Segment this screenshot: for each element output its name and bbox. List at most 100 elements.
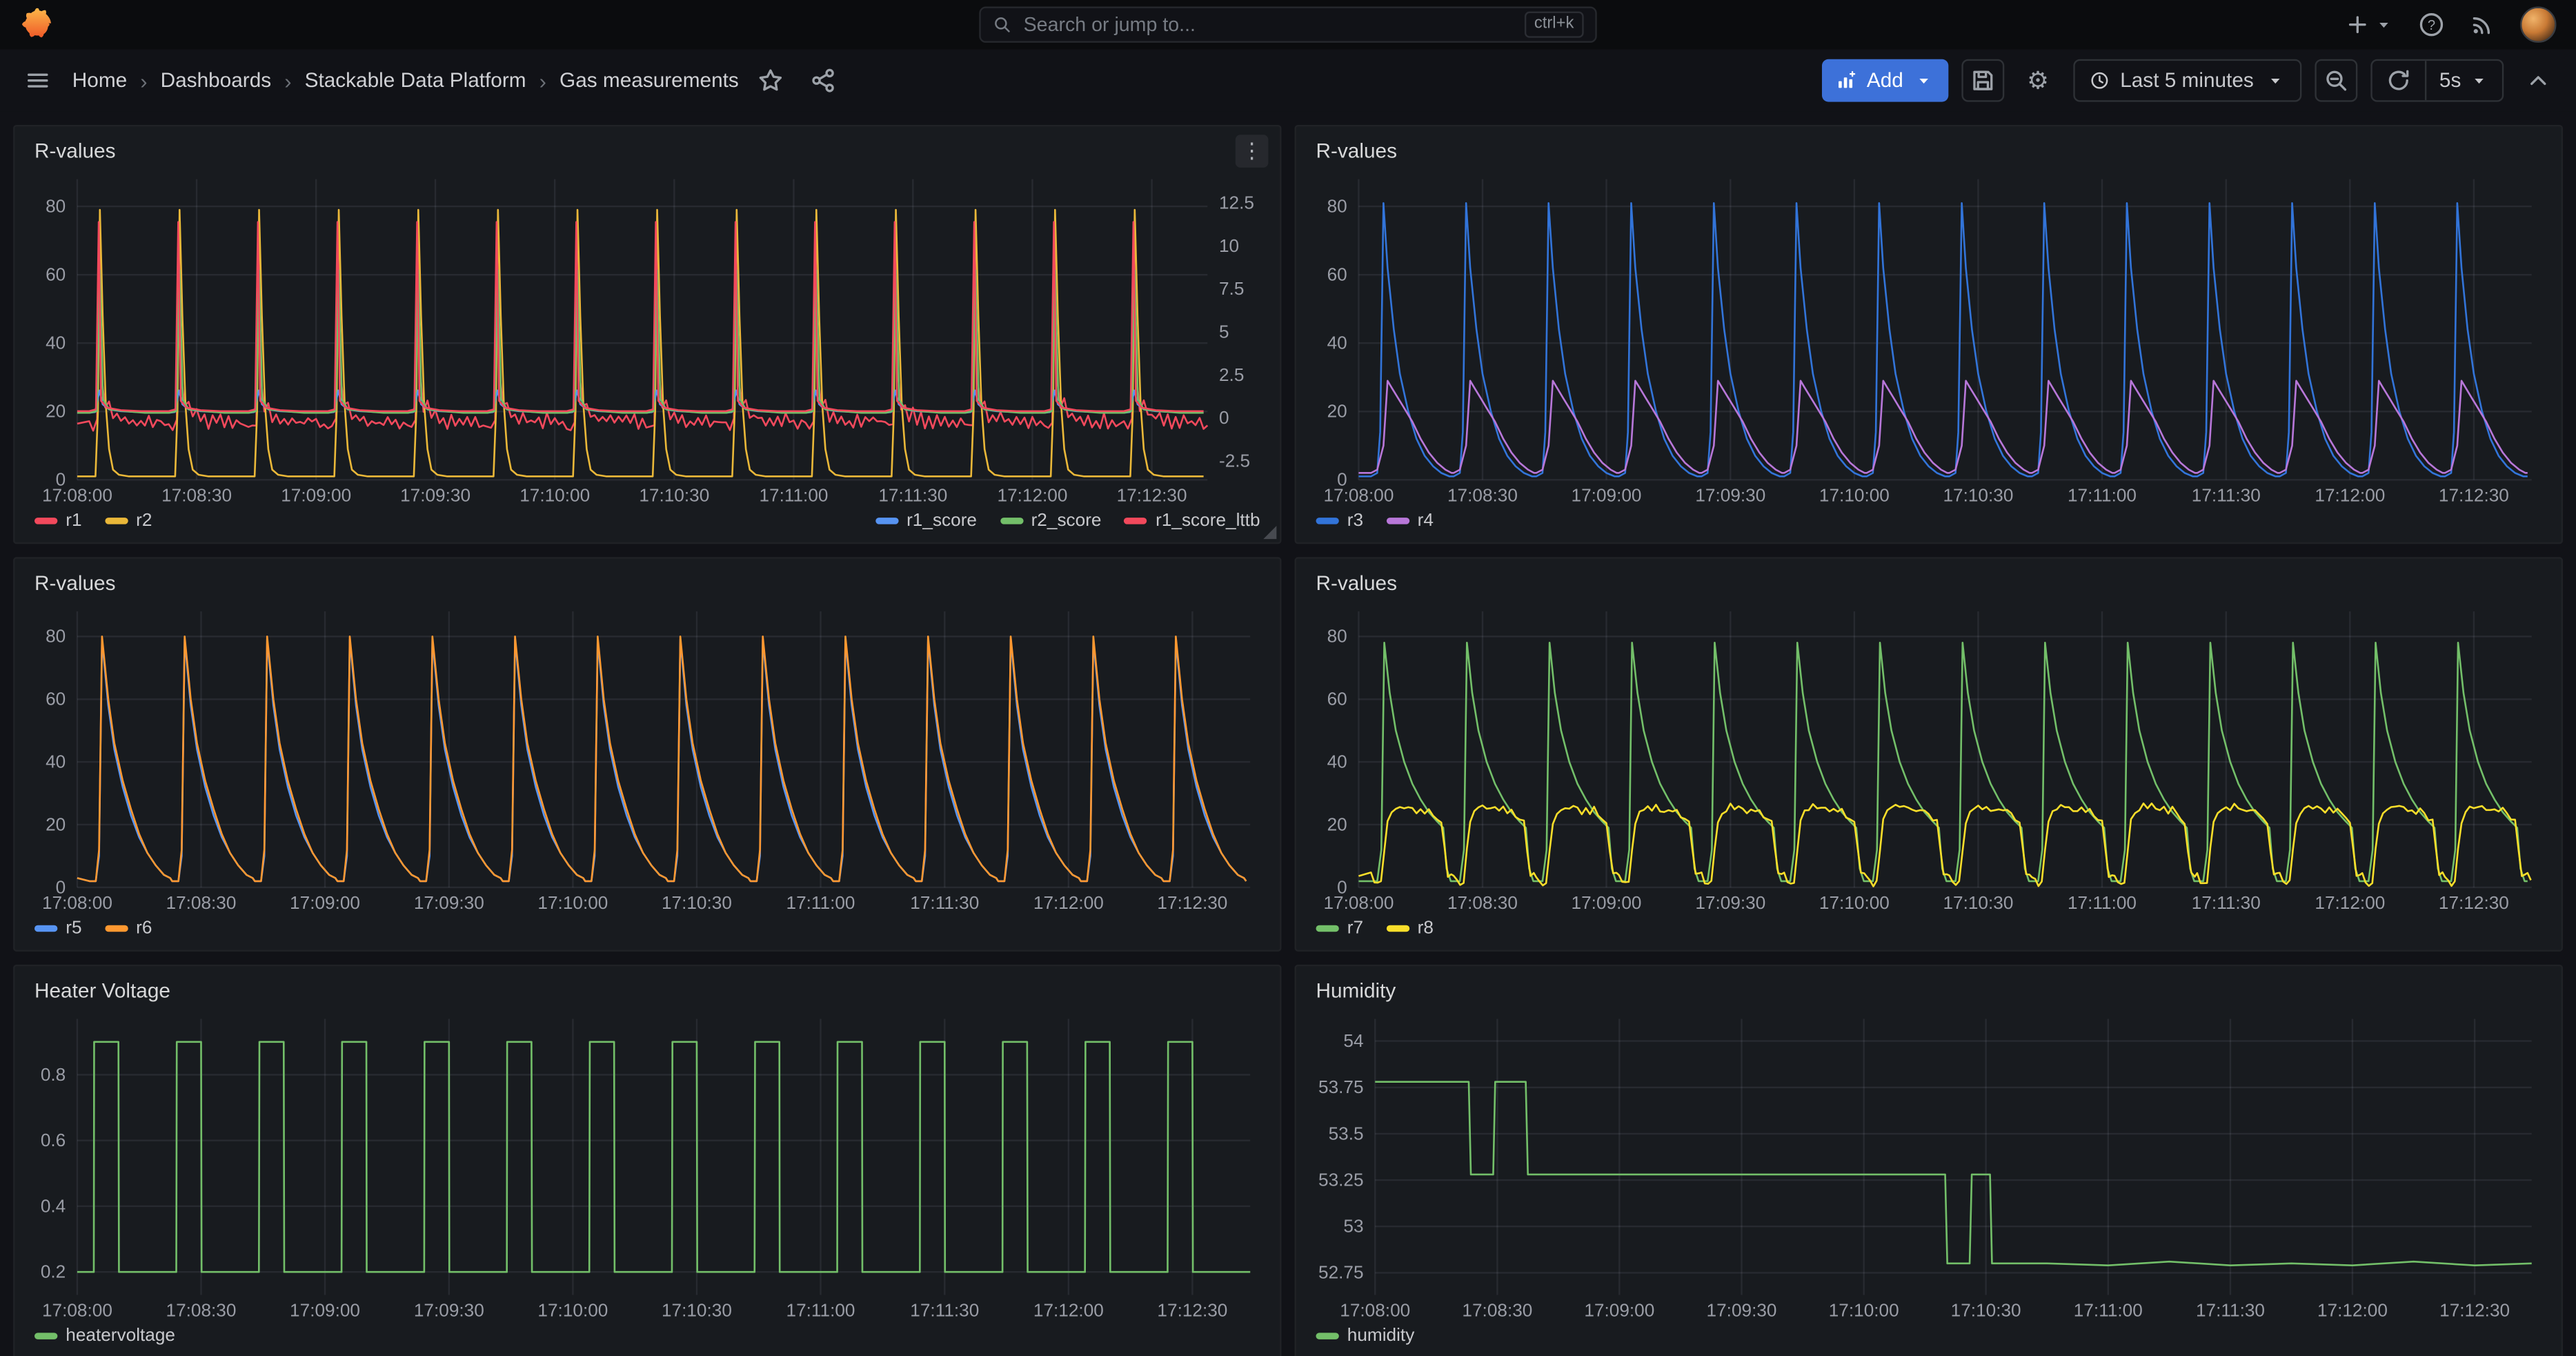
svg-text:17:10:00: 17:10:00 xyxy=(1829,1300,1899,1321)
legend-item-r7[interactable]: r7 xyxy=(1316,918,1364,939)
svg-text:17:08:30: 17:08:30 xyxy=(1447,892,1518,913)
svg-text:53.5: 53.5 xyxy=(1329,1123,1364,1143)
panel-r-values-4: R-values 02040608017:08:0017:08:3017:09:… xyxy=(1295,557,2563,952)
svg-text:17:12:30: 17:12:30 xyxy=(1117,484,1187,505)
panel-menu-button[interactable]: ⋮ xyxy=(1236,135,1269,168)
refresh-dashboard-button[interactable] xyxy=(2372,61,2424,100)
news-button[interactable] xyxy=(2469,12,2495,38)
svg-text:17:12:30: 17:12:30 xyxy=(1157,1300,1227,1321)
zoom-out-icon xyxy=(2323,68,2349,94)
time-range-picker[interactable]: Last 5 minutes xyxy=(2072,59,2301,102)
panel-chart-r56[interactable]: 02040608017:08:0017:08:3017:09:0017:09:3… xyxy=(28,602,1267,914)
collapse-toolbar-button[interactable] xyxy=(2517,59,2559,102)
svg-text:17:11:00: 17:11:00 xyxy=(759,484,828,505)
legend-item-heatervoltage[interactable]: heatervoltage xyxy=(34,1326,175,1346)
legend-item-r2[interactable]: r2 xyxy=(105,511,152,531)
svg-text:60: 60 xyxy=(46,689,66,709)
dashboard-panel-grid: R-values ⋮ 020406080-2.502.557.51012.517… xyxy=(0,112,2576,1356)
panel-resize-handle[interactable] xyxy=(1263,526,1276,539)
app-root: Search or jump to... ctrl+k ? xyxy=(0,0,2576,1356)
save-floppy-icon xyxy=(1969,68,1995,94)
svg-text:12.5: 12.5 xyxy=(1219,193,1254,213)
help-button[interactable]: ? xyxy=(2418,12,2444,38)
favorite-dashboard-button[interactable] xyxy=(749,59,791,102)
svg-text:80: 80 xyxy=(46,626,66,647)
panel-header[interactable]: Heater Voltage xyxy=(28,973,1267,1009)
svg-text:17:12:00: 17:12:00 xyxy=(1033,1300,1104,1321)
legend-item-r8[interactable]: r8 xyxy=(1386,918,1434,939)
breadcrumb-dashboards[interactable]: Dashboards xyxy=(161,69,272,92)
legend-item-r2_score[interactable]: r2_score xyxy=(1000,511,1101,531)
legend-item-humidity[interactable]: humidity xyxy=(1316,1326,1415,1346)
svg-text:2.5: 2.5 xyxy=(1219,364,1244,385)
user-avatar[interactable] xyxy=(2520,7,2556,43)
panel-header[interactable]: R-values xyxy=(28,133,1267,169)
panel-header[interactable]: R-values xyxy=(1309,133,2548,169)
legend-item-r3[interactable]: r3 xyxy=(1316,511,1364,531)
svg-text:17:08:00: 17:08:00 xyxy=(42,892,112,913)
panel-title: R-values xyxy=(34,139,115,162)
svg-text:53: 53 xyxy=(1343,1216,1363,1237)
panel-chart-r78[interactable]: 02040608017:08:0017:08:3017:09:0017:09:3… xyxy=(1309,602,2548,914)
dashboard-settings-button[interactable]: ⚙ xyxy=(2017,59,2059,102)
mega-menu-button[interactable] xyxy=(17,59,59,102)
panel-chart-heater[interactable]: 0.20.40.60.817:08:0017:08:3017:09:0017:0… xyxy=(28,1009,1267,1321)
panel-legend: humidity xyxy=(1309,1321,2548,1351)
panel-legend: r3 r4 xyxy=(1309,506,2548,535)
panel-legend: r1 r2 r1_score r2_score r1_score_lttb xyxy=(28,506,1267,535)
refresh-interval-dropdown[interactable]: 5s xyxy=(2424,61,2501,100)
svg-text:0.6: 0.6 xyxy=(41,1130,66,1150)
svg-text:17:11:00: 17:11:00 xyxy=(2074,1300,2143,1321)
svg-text:54: 54 xyxy=(1343,1030,1363,1051)
panel-header[interactable]: Humidity xyxy=(1309,973,2548,1009)
panel-legend: r5 r6 xyxy=(28,914,1267,943)
panel-chart-r12[interactable]: 020406080-2.502.557.51012.517:08:0017:08… xyxy=(28,169,1267,506)
svg-text:17:12:30: 17:12:30 xyxy=(2439,1300,2510,1321)
caret-down-icon xyxy=(1913,70,1933,90)
panel-header[interactable]: R-values xyxy=(28,565,1267,601)
svg-text:0.4: 0.4 xyxy=(41,1195,66,1216)
svg-text:52.75: 52.75 xyxy=(1318,1262,1364,1283)
svg-text:17:12:00: 17:12:00 xyxy=(998,484,1068,505)
clock-icon xyxy=(2089,70,2109,90)
grafana-logo[interactable] xyxy=(20,8,55,42)
toolbar-right-actions: Add ⚙ Last 5 minutes xyxy=(1823,59,2560,102)
panel-chart-r34[interactable]: 02040608017:08:0017:08:3017:09:0017:09:3… xyxy=(1309,169,2548,506)
save-dashboard-button[interactable] xyxy=(1961,59,2003,102)
help-icon: ? xyxy=(2418,12,2444,38)
legend-item-r1_score_lttb[interactable]: r1_score_lttb xyxy=(1124,511,1260,531)
svg-text:17:11:00: 17:11:00 xyxy=(786,892,855,913)
svg-text:60: 60 xyxy=(46,264,66,285)
legend-item-r1[interactable]: r1 xyxy=(34,511,82,531)
breadcrumb-separator: › xyxy=(140,68,147,93)
legend-item-r6[interactable]: r6 xyxy=(105,918,152,939)
panel-chart-humidity[interactable]: 52.755353.2553.553.755417:08:0017:08:301… xyxy=(1309,1009,2548,1321)
svg-text:17:11:00: 17:11:00 xyxy=(786,1300,855,1321)
legend-item-r5[interactable]: r5 xyxy=(34,918,82,939)
svg-text:17:08:30: 17:08:30 xyxy=(166,1300,237,1321)
breadcrumb-folder[interactable]: Stackable Data Platform xyxy=(305,69,526,92)
legend-item-r1_score[interactable]: r1_score xyxy=(875,511,977,531)
search-input[interactable]: Search or jump to... ctrl+k xyxy=(979,7,1596,43)
panel-header[interactable]: R-values xyxy=(1309,565,2548,601)
search-shortcut-kbd: ctrl+k xyxy=(1525,12,1584,38)
zoom-out-time-button[interactable] xyxy=(2315,59,2357,102)
breadcrumb-home[interactable]: Home xyxy=(72,69,127,92)
refresh-interval-label: 5s xyxy=(2439,69,2461,92)
svg-text:20: 20 xyxy=(1327,401,1347,422)
add-panel-button[interactable]: Add xyxy=(1823,59,1948,102)
svg-text:17:11:30: 17:11:30 xyxy=(2192,484,2261,505)
svg-text:-2.5: -2.5 xyxy=(1219,450,1250,471)
new-menu-button[interactable] xyxy=(2344,12,2393,38)
panel-title: R-values xyxy=(1316,572,1397,595)
svg-text:17:10:00: 17:10:00 xyxy=(519,484,590,505)
svg-text:17:12:30: 17:12:30 xyxy=(2439,484,2509,505)
svg-text:17:10:00: 17:10:00 xyxy=(537,892,608,913)
share-dashboard-button[interactable] xyxy=(801,59,844,102)
breadcrumb-dashboard-name[interactable]: Gas measurements xyxy=(559,69,739,92)
svg-text:40: 40 xyxy=(1327,751,1347,772)
svg-text:80: 80 xyxy=(46,195,66,216)
time-range-label: Last 5 minutes xyxy=(2120,69,2254,92)
svg-text:17:10:00: 17:10:00 xyxy=(537,1300,608,1321)
legend-item-r4[interactable]: r4 xyxy=(1386,511,1434,531)
